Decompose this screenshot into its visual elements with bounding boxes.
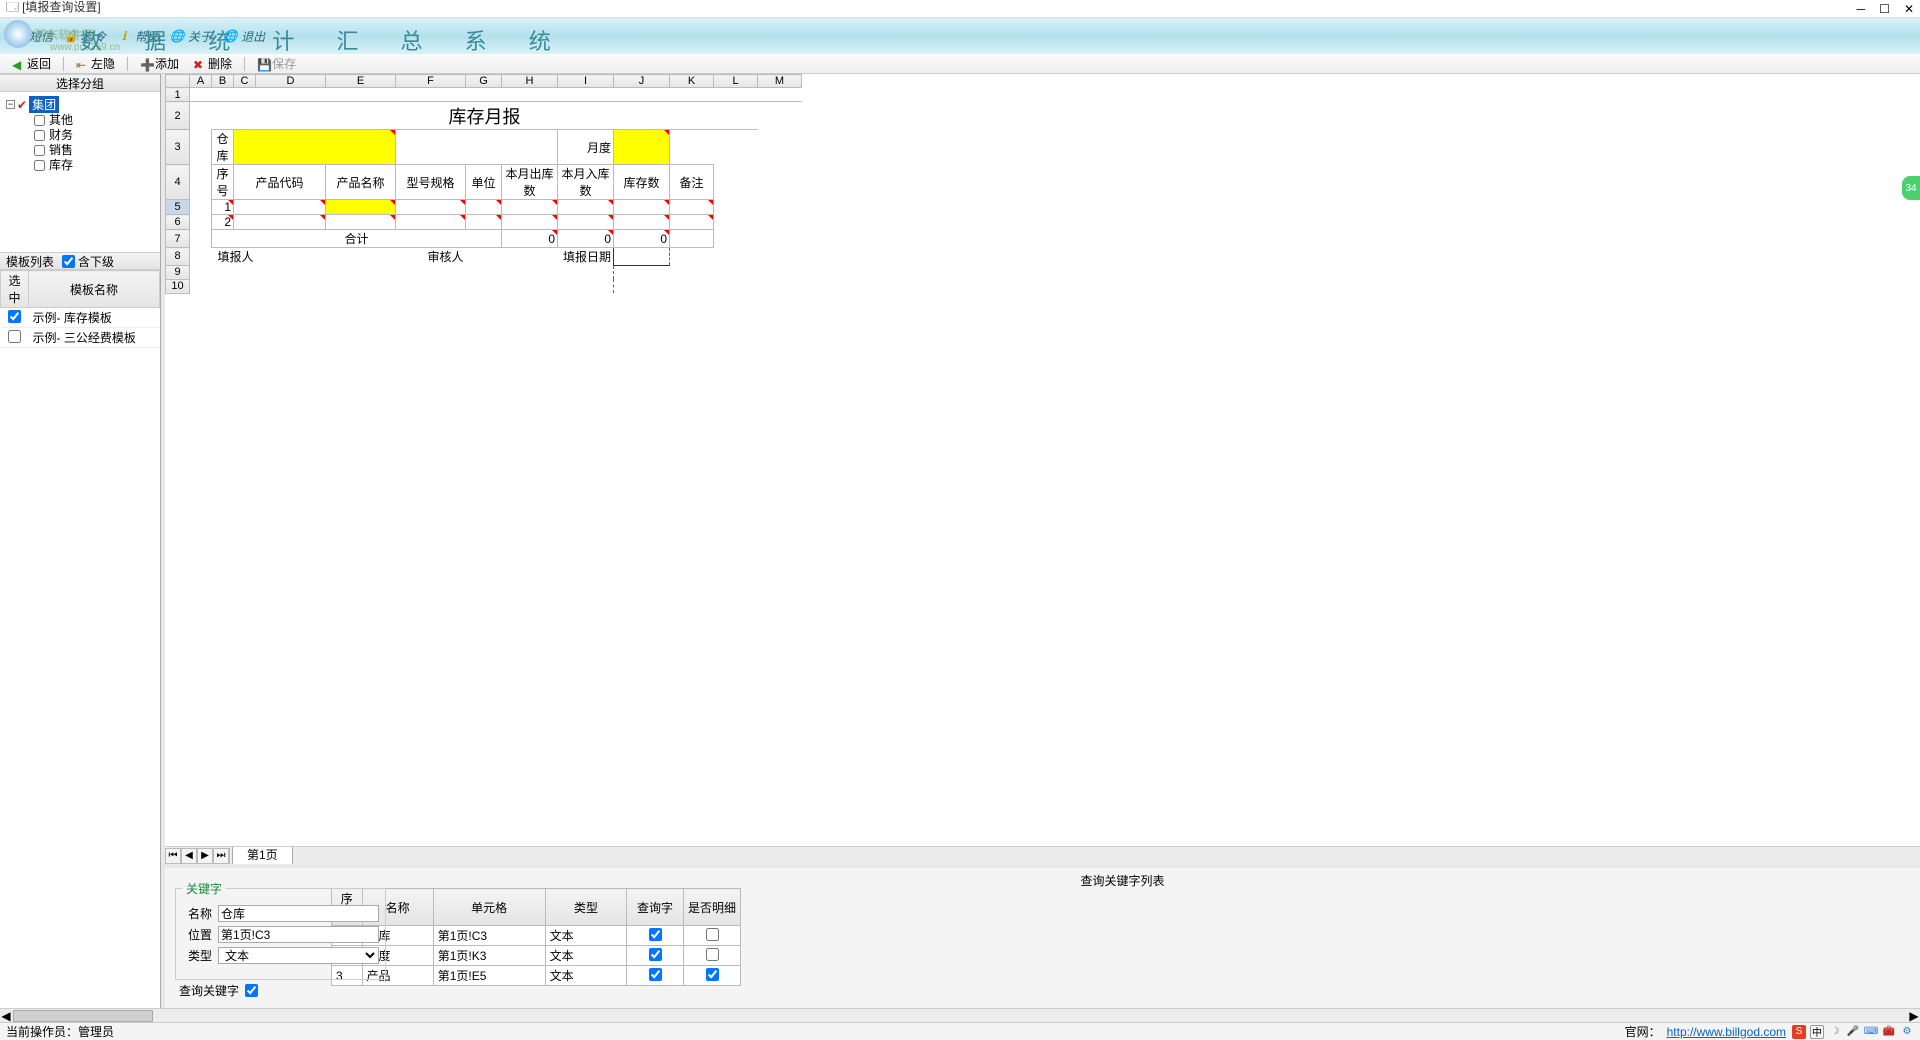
tree-checkbox[interactable] bbox=[34, 130, 45, 141]
tools-icon[interactable]: 🧰 bbox=[1882, 1025, 1896, 1039]
tree-checkbox[interactable] bbox=[34, 115, 45, 126]
query-kw-label: 查询关键字 bbox=[179, 982, 239, 999]
month-input[interactable] bbox=[614, 130, 670, 165]
back-icon: ◀ bbox=[12, 58, 24, 70]
pos-input[interactable] bbox=[218, 926, 379, 943]
maximize-button[interactable]: ☐ bbox=[1879, 2, 1890, 16]
right-pane: ABC DEF GHI JKL M 1 2库存月报 3 仓库 月度 bbox=[165, 74, 1920, 1008]
plus-icon: ➕ bbox=[140, 58, 152, 70]
spreadsheet[interactable]: ABC DEF GHI JKL M 1 2库存月报 3 仓库 月度 bbox=[165, 74, 1920, 846]
tree-item[interactable]: 其他 bbox=[34, 113, 154, 128]
disk-icon: 💾 bbox=[257, 58, 269, 70]
detail-flag-checkbox[interactable] bbox=[706, 928, 719, 941]
tree-checkbox[interactable] bbox=[34, 145, 45, 156]
tree-checkbox[interactable] bbox=[34, 160, 45, 171]
tree-item[interactable]: 财务 bbox=[34, 128, 154, 143]
check-icon: ✔ bbox=[17, 98, 27, 112]
tree-item[interactable]: 销售 bbox=[34, 143, 154, 158]
h-scrollbar[interactable]: ◀ ▶ bbox=[0, 1008, 1920, 1022]
window-chrome: 🗔 [填报查询设置] ─ ☐ ✕ bbox=[0, 0, 1920, 18]
main-pane: 选择分组 − ✔ 集团 其他 财务 销售 库存 模板列表 含下级 选中模板名称 … bbox=[0, 74, 1920, 1008]
sheet-title: 库存月报 bbox=[212, 102, 758, 130]
add-button[interactable]: ➕添加 bbox=[134, 54, 185, 73]
bottom-panel: 关键字 名称 位置 类型文本 查询关键字 查询关键字列表 序号 名称 单元格 类… bbox=[165, 868, 1920, 1008]
template-table: 选中模板名称 示例- 库存模板 示例- 三公经费模板 bbox=[0, 270, 160, 1008]
toolbar: ◀返回 ⇤左隐 ➕添加 ✖删除 💾保存 bbox=[0, 54, 1920, 74]
tree-item[interactable]: 库存 bbox=[34, 158, 154, 173]
tree-collapse-icon[interactable]: − bbox=[6, 100, 15, 109]
pos-label: 位置 bbox=[182, 926, 212, 943]
query-flag-checkbox[interactable] bbox=[649, 948, 662, 961]
back-button[interactable]: ◀返回 bbox=[6, 54, 57, 73]
hide-left-button[interactable]: ⇤左隐 bbox=[70, 54, 121, 73]
side-badge[interactable]: 34 bbox=[1902, 176, 1920, 200]
query-row[interactable]: 2月度第1页!K3文本 bbox=[332, 946, 741, 966]
minimize-button[interactable]: ─ bbox=[1857, 2, 1866, 16]
prev-sheet-button[interactable]: ◀ bbox=[181, 848, 197, 864]
type-label: 类型 bbox=[182, 947, 212, 964]
warehouse-input[interactable] bbox=[234, 130, 396, 165]
close-button[interactable]: ✕ bbox=[1904, 2, 1914, 16]
scrollbar-thumb[interactable] bbox=[13, 1010, 153, 1022]
template-row[interactable]: 示例- 三公经费模板 bbox=[1, 328, 160, 348]
first-sheet-button[interactable]: ⏮ bbox=[165, 848, 181, 864]
tree-root-label[interactable]: 集团 bbox=[29, 96, 59, 113]
ime-bar: S 中 ☽ 🎤 ⌨ 🧰 ⚙ bbox=[1792, 1025, 1914, 1039]
statusbar: 当前操作员：管理员 官网： http://www.billgod.com S 中… bbox=[0, 1022, 1920, 1040]
keyword-form: 关键字 名称 位置 类型文本 查询关键字 bbox=[165, 868, 325, 1008]
site-label: 官网： bbox=[1625, 1023, 1661, 1040]
detail-flag-checkbox[interactable] bbox=[706, 948, 719, 961]
delete-button[interactable]: ✖删除 bbox=[187, 54, 238, 73]
query-kw-checkbox[interactable] bbox=[245, 984, 258, 997]
template-checkbox[interactable] bbox=[8, 330, 21, 343]
ime-icon[interactable]: S bbox=[1792, 1025, 1806, 1039]
sheet-tab-bar: ⏮ ◀ ▶ ⏭ 第1页 bbox=[165, 846, 1920, 864]
query-keyword-list: 查询关键字列表 序号 名称 单元格 类型 查询字 是否明细 1仓库第1页!C3文… bbox=[325, 868, 1920, 1008]
status-operator: 当前操作员：管理员 bbox=[6, 1023, 114, 1040]
sheet-tab[interactable]: 第1页 bbox=[232, 847, 293, 864]
template-list-header: 模板列表 含下级 bbox=[0, 252, 160, 270]
th-selected: 选中 bbox=[1, 271, 29, 308]
detail-flag-checkbox[interactable] bbox=[706, 968, 719, 981]
save-button[interactable]: 💾保存 bbox=[251, 54, 302, 73]
group-header: 选择分组 bbox=[0, 74, 160, 92]
window-controls: ─ ☐ ✕ bbox=[1857, 2, 1914, 16]
template-checkbox[interactable] bbox=[8, 310, 21, 323]
query-row[interactable]: 1仓库第1页!C3文本 bbox=[332, 926, 741, 946]
next-sheet-button[interactable]: ▶ bbox=[197, 848, 213, 864]
keyboard-icon[interactable]: ⌨ bbox=[1864, 1025, 1878, 1039]
left-pane: 选择分组 − ✔ 集团 其他 财务 销售 库存 模板列表 含下级 选中模板名称 … bbox=[0, 74, 161, 1008]
template-row[interactable]: 示例- 库存模板 bbox=[1, 308, 160, 328]
app-banner: 河东软件园 www.pc0359.cn 数 据 统 计 汇 总 系 统 ◆短信 … bbox=[0, 18, 1920, 54]
collapse-icon: ⇤ bbox=[76, 58, 88, 70]
th-tpl-name: 模板名称 bbox=[29, 271, 160, 308]
query-flag-checkbox[interactable] bbox=[649, 968, 662, 981]
mic-icon[interactable]: 🎤 bbox=[1846, 1025, 1860, 1039]
month-label: 月度 bbox=[558, 130, 614, 165]
query-row[interactable]: 3产品第1页!E5文本 bbox=[332, 966, 741, 986]
moon-icon[interactable]: ☽ bbox=[1828, 1025, 1842, 1039]
site-link[interactable]: http://www.billgod.com bbox=[1667, 1025, 1786, 1039]
type-select[interactable]: 文本 bbox=[218, 947, 379, 964]
include-sub-checkbox[interactable]: 含下级 bbox=[62, 253, 114, 270]
gear-icon[interactable]: ⚙ bbox=[1900, 1025, 1914, 1039]
last-sheet-button[interactable]: ⏭ bbox=[213, 848, 229, 864]
x-icon: ✖ bbox=[193, 58, 205, 70]
window-title: [填报查询设置] bbox=[22, 0, 101, 14]
name-input[interactable] bbox=[218, 905, 379, 922]
query-table-title: 查询关键字列表 bbox=[331, 872, 1914, 888]
group-tree: − ✔ 集团 其他 财务 销售 库存 bbox=[0, 92, 160, 252]
name-label: 名称 bbox=[182, 905, 212, 922]
keyword-legend: 关键字 bbox=[182, 880, 226, 897]
query-flag-checkbox[interactable] bbox=[649, 928, 662, 941]
warehouse-label: 仓库 bbox=[212, 130, 234, 165]
app-icon: 🗔 bbox=[6, 0, 19, 14]
ime-lang[interactable]: 中 bbox=[1810, 1025, 1824, 1039]
banner-title: 数 据 统 计 汇 总 系 统 bbox=[80, 24, 569, 56]
